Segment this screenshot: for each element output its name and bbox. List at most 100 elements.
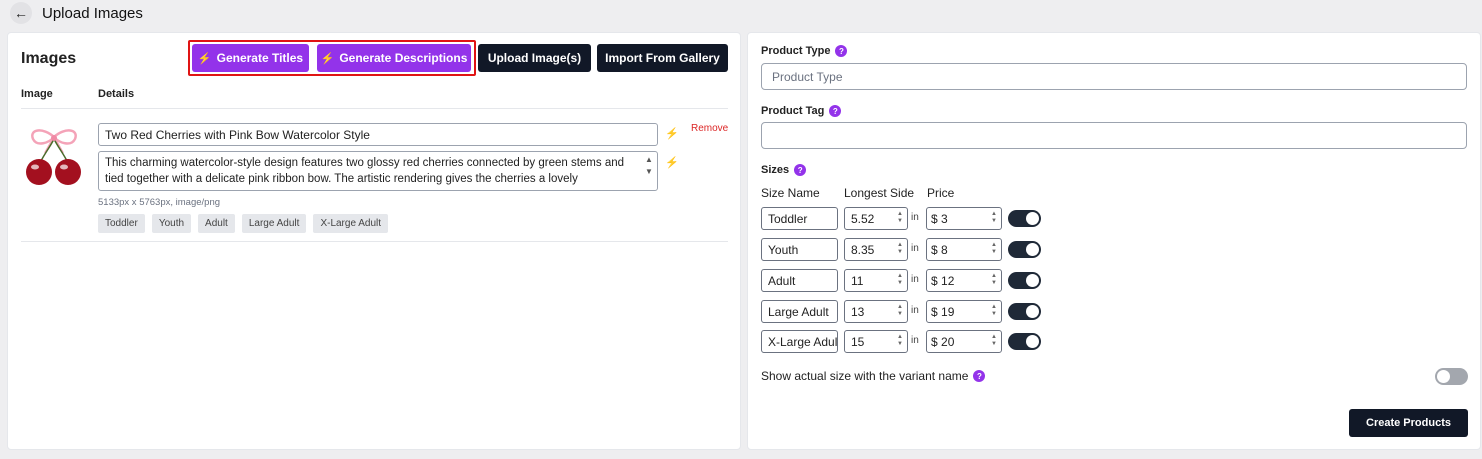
- show-actual-size-text: Show actual size with the variant name: [761, 369, 969, 383]
- longest-side-input[interactable]: 11 ▲ ▼: [844, 269, 908, 292]
- textarea-scrollbar[interactable]: ▲ ▼: [644, 154, 654, 178]
- price-input[interactable]: $ 20 ▲ ▼: [926, 330, 1002, 353]
- size-name-input[interactable]: Youth: [761, 238, 838, 261]
- size-chip: Youth: [151, 214, 192, 233]
- spinner-arrows-icon[interactable]: ▲ ▼: [991, 304, 997, 318]
- product-type-label-text: Product Type: [761, 45, 831, 57]
- currency-symbol: $: [931, 243, 938, 257]
- page-title: Upload Images: [42, 4, 143, 22]
- size-enabled-toggle[interactable]: [1008, 303, 1041, 320]
- size-enabled-toggle[interactable]: [1008, 210, 1041, 227]
- spinner-arrows-icon[interactable]: ▲ ▼: [991, 334, 997, 348]
- image-thumbnail: [23, 123, 85, 187]
- price-value: 12: [941, 274, 955, 288]
- upload-images-button[interactable]: Upload Image(s): [478, 44, 591, 72]
- unit-label: in: [911, 274, 919, 285]
- spinner-arrows-icon[interactable]: ▲ ▼: [897, 211, 903, 225]
- spinner-arrows-icon[interactable]: ▲ ▼: [991, 242, 997, 256]
- create-products-button[interactable]: Create Products: [1349, 409, 1468, 437]
- column-price: Price: [927, 186, 955, 200]
- price-input[interactable]: $ 8 ▲ ▼: [926, 238, 1002, 261]
- image-description-textarea[interactable]: This charming watercolor-style design fe…: [98, 151, 658, 191]
- column-header-image: Image: [21, 88, 53, 100]
- price-value: 8: [941, 243, 948, 257]
- size-enabled-toggle[interactable]: [1008, 241, 1041, 258]
- column-longest-side: Longest Side: [844, 186, 915, 200]
- size-name-input[interactable]: Toddler: [761, 207, 838, 230]
- longest-side-value: 11: [851, 274, 864, 288]
- unit-label: in: [911, 212, 919, 223]
- scroll-up-icon[interactable]: ▲: [645, 154, 653, 166]
- spinner-arrows-icon[interactable]: ▲ ▼: [897, 304, 903, 318]
- divider: [21, 241, 728, 242]
- longest-side-input[interactable]: 8.35 ▲ ▼: [844, 238, 908, 261]
- size-name-input[interactable]: Adult: [761, 269, 838, 292]
- generate-descriptions-label: Generate Descriptions: [339, 51, 468, 65]
- image-meta: 5133px x 5763px, image/png: [98, 197, 221, 208]
- longest-side-value: 15: [851, 335, 865, 349]
- product-tag-input[interactable]: [761, 122, 1467, 149]
- help-icon[interactable]: ?: [835, 45, 848, 57]
- price-value: 20: [941, 335, 955, 349]
- image-title-input[interactable]: Two Red Cherries with Pink Bow Watercolo…: [98, 123, 658, 146]
- product-tag-label: Product Tag ?: [761, 105, 842, 117]
- price-value: 19: [941, 305, 955, 319]
- spinner-arrows-icon[interactable]: ▲ ▼: [897, 334, 903, 348]
- images-panel: Images ⚡ Generate Titles ⚡ Generate Desc…: [7, 32, 741, 450]
- size-name-input[interactable]: X-Large Adult: [761, 330, 838, 353]
- spinner-arrows-icon[interactable]: ▲ ▼: [991, 211, 997, 225]
- longest-side-value: 8.35: [851, 243, 875, 257]
- size-chip: Large Adult: [241, 214, 307, 233]
- show-actual-size-toggle[interactable]: [1435, 368, 1468, 385]
- spinner-arrows-icon[interactable]: ▲ ▼: [991, 273, 997, 287]
- currency-symbol: $: [931, 335, 938, 349]
- magic-wand-icon[interactable]: ⚡: [665, 156, 679, 169]
- currency-symbol: $: [931, 274, 938, 288]
- longest-side-value: 5.52: [851, 212, 875, 226]
- magic-wand-icon[interactable]: ⚡: [665, 127, 679, 140]
- sizes-label-text: Sizes: [761, 164, 790, 176]
- product-panel: Product Type ? Product Type Product Tag …: [747, 32, 1481, 450]
- size-chip: Adult: [198, 214, 235, 233]
- product-type-label: Product Type ?: [761, 45, 848, 57]
- price-value: 3: [941, 212, 948, 226]
- size-enabled-toggle[interactable]: [1008, 272, 1041, 289]
- divider: [21, 108, 728, 109]
- product-type-input[interactable]: Product Type: [761, 63, 1467, 90]
- currency-symbol: $: [931, 212, 938, 226]
- magic-wand-icon: ⚡: [320, 52, 335, 65]
- column-header-details: Details: [98, 88, 135, 100]
- help-icon[interactable]: ?: [794, 164, 807, 176]
- price-input[interactable]: $ 12 ▲ ▼: [926, 269, 1002, 292]
- price-input[interactable]: $ 19 ▲ ▼: [926, 300, 1002, 323]
- product-tag-label-text: Product Tag: [761, 105, 825, 117]
- generate-titles-button[interactable]: ⚡ Generate Titles: [192, 44, 309, 72]
- currency-symbol: $: [931, 305, 938, 319]
- price-input[interactable]: $ 3 ▲ ▼: [926, 207, 1002, 230]
- generate-titles-label: Generate Titles: [216, 51, 304, 65]
- remove-link[interactable]: Remove: [691, 123, 728, 134]
- show-actual-size-label: Show actual size with the variant name ?: [761, 369, 986, 383]
- size-chips: Toddler Youth Adult Large Adult X-Large …: [98, 214, 389, 233]
- size-chip: Toddler: [98, 214, 145, 233]
- import-gallery-button[interactable]: Import From Gallery: [597, 44, 728, 72]
- spinner-arrows-icon[interactable]: ▲ ▼: [897, 242, 903, 256]
- size-enabled-toggle[interactable]: [1008, 333, 1041, 350]
- magic-wand-icon: ⚡: [197, 52, 212, 65]
- size-name-input[interactable]: Large Adult: [761, 300, 838, 323]
- longest-side-input[interactable]: 5.52 ▲ ▼: [844, 207, 908, 230]
- scroll-down-icon[interactable]: ▼: [645, 166, 653, 178]
- longest-side-input[interactable]: 13 ▲ ▼: [844, 300, 908, 323]
- spinner-arrows-icon[interactable]: ▲ ▼: [897, 273, 903, 287]
- unit-label: in: [911, 335, 919, 346]
- unit-label: in: [911, 305, 919, 316]
- top-bar: ← Upload Images: [10, 2, 143, 24]
- help-icon[interactable]: ?: [973, 370, 986, 382]
- back-arrow-icon[interactable]: ←: [10, 2, 32, 24]
- generate-descriptions-button[interactable]: ⚡ Generate Descriptions: [317, 44, 471, 72]
- description-text: This charming watercolor-style design fe…: [105, 157, 625, 185]
- help-icon[interactable]: ?: [829, 105, 842, 117]
- longest-side-value: 13: [851, 305, 865, 319]
- longest-side-input[interactable]: 15 ▲ ▼: [844, 330, 908, 353]
- unit-label: in: [911, 243, 919, 254]
